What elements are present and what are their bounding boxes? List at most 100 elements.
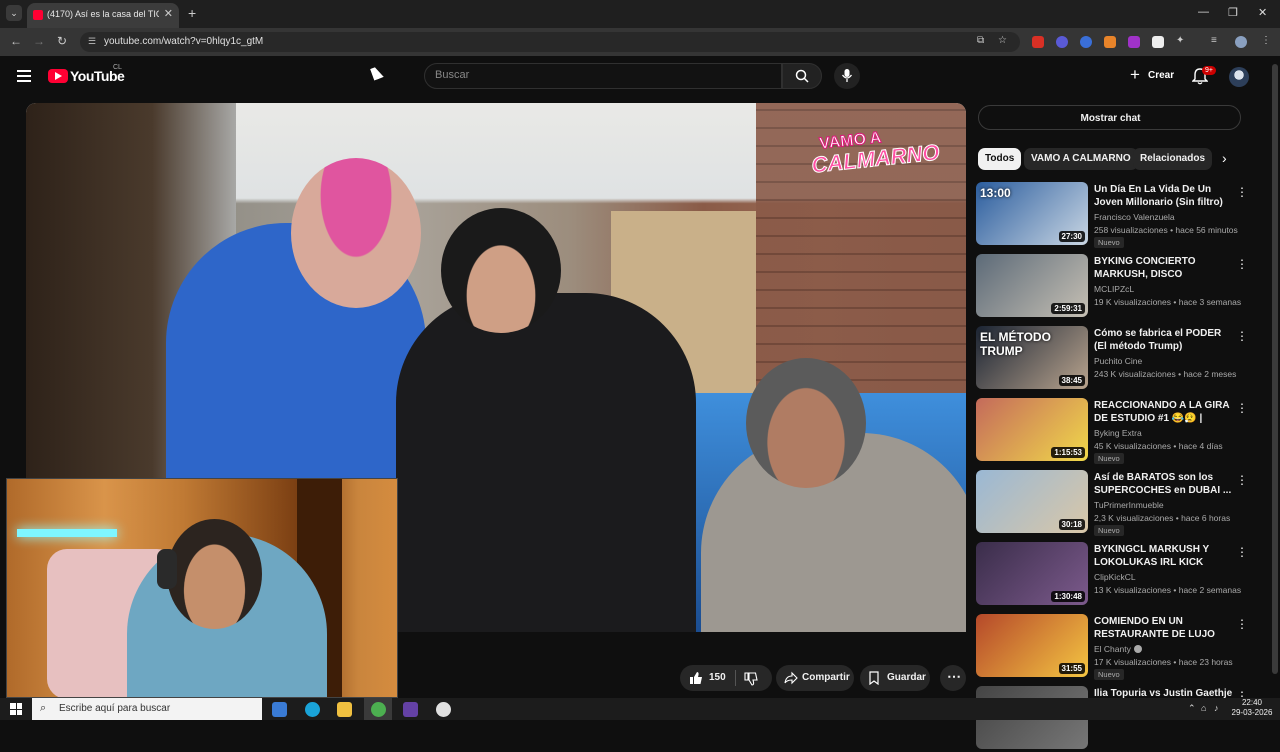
extension-icon[interactable]: [1152, 36, 1164, 48]
network-icon[interactable]: ⌂: [1201, 703, 1206, 713]
more-vertical-icon[interactable]: ⋮: [1236, 185, 1248, 199]
install-app-icon[interactable]: ⧉: [977, 35, 984, 46]
more-vertical-icon[interactable]: ⋮: [1236, 257, 1248, 271]
hamburger-menu-icon[interactable]: [17, 70, 31, 82]
recommended-video[interactable]: 13:00 27:30 Un Día En La Vida De Un Joven …: [976, 182, 1248, 248]
search-icon: ⌕: [40, 702, 47, 714]
video-title[interactable]: BYKING CONCIERTO MARKUSH, DISCO EXPLOTAD…: [1094, 255, 1234, 281]
more-vertical-icon[interactable]: ⋮: [1236, 329, 1248, 343]
video-title[interactable]: REACCIONANDO A LA GIRA DE ESTUDIO #1 😂😮‍…: [1094, 399, 1234, 425]
reload-button[interactable]: ↻: [57, 34, 67, 48]
reading-list-icon[interactable]: ≡: [1211, 35, 1217, 46]
back-button[interactable]: ←: [10, 34, 22, 48]
windows-start-icon[interactable]: [10, 703, 22, 715]
webcam-overlay: [6, 478, 398, 698]
video-thumbnail[interactable]: 30:18: [976, 470, 1088, 533]
close-window-button[interactable]: ✕: [1258, 6, 1267, 19]
recommended-video[interactable]: 30:18 Así de BARATOS son los SUPERCOCHES …: [976, 470, 1248, 536]
channel-name[interactable]: Puchito Cine: [1094, 356, 1142, 366]
browser-menu-icon[interactable]: ⋮: [1261, 35, 1271, 46]
create-button[interactable]: + Crear: [1124, 64, 1180, 88]
file-explorer-icon[interactable]: [337, 702, 352, 717]
taskbar-search[interactable]: ⌕ Escribe aquí para buscar: [32, 698, 262, 720]
more-vertical-icon[interactable]: ⋮: [1236, 473, 1248, 487]
like-icon[interactable]: [689, 671, 703, 685]
video-title[interactable]: BYKINGCL MARKUSH Y LOKOLUKAS IRL KICK ST…: [1094, 543, 1234, 569]
volume-icon[interactable]: ♪: [1214, 703, 1219, 713]
video-meta: 19 K visualizaciones • hace 3 semanas: [1094, 297, 1242, 307]
channel-name[interactable]: Byking Extra: [1094, 428, 1142, 438]
video-thumbnail[interactable]: 1:15:53: [976, 398, 1088, 461]
channel-name[interactable]: El Chanty: [1094, 644, 1142, 654]
obs-icon[interactable]: [436, 702, 451, 717]
save-button[interactable]: Guardar: [860, 665, 930, 691]
video-thumbnail[interactable]: 31:55: [976, 614, 1088, 677]
chevron-right-icon[interactable]: ›: [1222, 150, 1227, 166]
video-title[interactable]: COMIENDO EN UN RESTAURANTE DE LUJO CON .…: [1094, 615, 1234, 641]
channel-name[interactable]: MCLIPZcL: [1094, 284, 1134, 294]
address-bar[interactable]: ☰ youtube.com/watch?v=0hlqy1c_gtM: [80, 32, 1020, 52]
extension-icon[interactable]: [1032, 36, 1044, 48]
tab-close-icon[interactable]: ✕: [164, 7, 173, 20]
recommended-video[interactable]: 1:15:53 REACCIONANDO A LA GIRA DE ESTUDIO…: [976, 398, 1248, 464]
browser-tab[interactable]: (4170) Así es la casa del TIO RE ✕: [27, 3, 179, 28]
share-button[interactable]: Compartir: [776, 665, 854, 691]
bookmark-star-icon[interactable]: ☆: [998, 35, 1007, 46]
chip-channel[interactable]: VAMO A CALMARNO: [1024, 148, 1138, 170]
channel-name[interactable]: TuPrimerInmueble: [1094, 500, 1164, 510]
more-vertical-icon[interactable]: ⋮: [1236, 545, 1248, 559]
show-chat-button[interactable]: Mostrar chat: [978, 105, 1241, 130]
chip-related[interactable]: Relacionados: [1133, 148, 1213, 170]
extension-icon[interactable]: [1104, 36, 1116, 48]
edge-icon[interactable]: [305, 702, 320, 717]
extension-icon[interactable]: [1080, 36, 1092, 48]
video-thumbnail[interactable]: 2:59:31: [976, 254, 1088, 317]
video-thumbnail[interactable]: 13:00 27:30: [976, 182, 1088, 245]
chip-all[interactable]: Todos: [978, 148, 1022, 170]
extension-icon[interactable]: [1128, 36, 1140, 48]
video-duration: 1:30:48: [1051, 591, 1085, 602]
video-thumbnail[interactable]: 1:30:48: [976, 542, 1088, 605]
video-title[interactable]: Cómo se fabrica el PODER (El método Trum…: [1094, 327, 1234, 353]
tray-chevron-icon[interactable]: ⌃: [1188, 703, 1196, 714]
video-person-black-shirt: [396, 293, 696, 632]
profile-avatar-icon[interactable]: [1235, 36, 1247, 48]
taskbar-app-icon[interactable]: [272, 702, 287, 717]
channel-name-text: Puchito Cine: [1094, 356, 1143, 366]
channel-name[interactable]: ClipKickCL: [1094, 572, 1136, 582]
account-avatar[interactable]: [1229, 67, 1249, 87]
chrome-icon[interactable]: [371, 702, 386, 717]
taskbar-app-icon[interactable]: [403, 702, 418, 717]
more-horizontal-icon: ⋯: [947, 668, 961, 684]
video-person-pink-hair: [291, 158, 421, 308]
page-scrollbar-thumb[interactable]: [1272, 64, 1278, 674]
recommended-video[interactable]: 1:30:48 BYKINGCL MARKUSH Y LOKOLUKAS IRL …: [976, 542, 1248, 608]
voice-search-button[interactable]: [834, 63, 860, 89]
new-badge: Nuevo: [1094, 237, 1124, 248]
recommended-video[interactable]: EL MÉTODO TRUMP 38:45 Cómo se fabrica el P…: [976, 326, 1248, 392]
taskbar-clock[interactable]: 22:40 29-03-2026: [1228, 698, 1276, 718]
tab-search-button[interactable]: ⌄: [6, 5, 22, 21]
youtube-logo-icon[interactable]: [48, 69, 68, 83]
more-vertical-icon[interactable]: ⋮: [1236, 617, 1248, 631]
search-button[interactable]: [782, 63, 822, 89]
minimize-button[interactable]: —: [1198, 6, 1209, 18]
recommended-video[interactable]: 31:55 COMIENDO EN UN RESTAURANTE DE LUJO …: [976, 614, 1248, 680]
extension-icon[interactable]: [1056, 36, 1068, 48]
restore-button[interactable]: ❐: [1228, 6, 1238, 19]
channel-name[interactable]: Francisco Valenzuela: [1094, 212, 1175, 222]
video-title[interactable]: Un Día En La Vida De Un Joven Millonario…: [1094, 183, 1234, 209]
video-title[interactable]: Así de BARATOS son los SUPERCOCHES en DU…: [1094, 471, 1234, 497]
more-vertical-icon[interactable]: ⋮: [1236, 401, 1248, 415]
search-box[interactable]: [424, 63, 782, 89]
extensions-puzzle-icon[interactable]: ✦: [1176, 35, 1184, 46]
search-input[interactable]: [435, 69, 765, 81]
new-tab-button[interactable]: +: [188, 5, 196, 21]
site-info-icon[interactable]: ☰: [88, 36, 96, 47]
video-thumbnail[interactable]: EL MÉTODO TRUMP 38:45: [976, 326, 1088, 389]
recommended-video[interactable]: 2:59:31 BYKING CONCIERTO MARKUSH, DISCO E…: [976, 254, 1248, 320]
more-actions-button[interactable]: ⋯: [940, 665, 966, 691]
video-person-cap: [441, 208, 561, 333]
forward-button[interactable]: →: [33, 34, 45, 48]
dislike-icon[interactable]: [744, 672, 758, 686]
